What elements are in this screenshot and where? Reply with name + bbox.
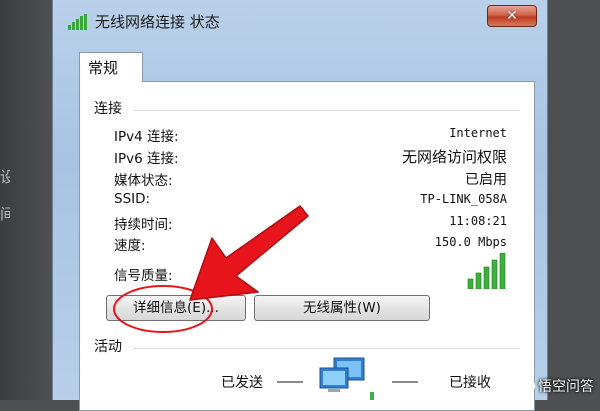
received-dash <box>392 381 418 383</box>
connection-section-label: 连接 <box>94 101 122 117</box>
window-title: 无线网络连接 状态 <box>95 13 220 31</box>
duration-value: 11:08:21 <box>449 214 507 228</box>
status-dialog: 无线网络连接 状态 ✕ 常规 连接 IPv4 连接: Internet IPv6… <box>52 0 548 411</box>
ipv6-label: IPv6 连接: <box>114 151 179 167</box>
signal-quality-label: 信号质量: <box>114 268 173 284</box>
activity-section-label: 活动 <box>94 339 122 355</box>
section-divider <box>134 348 520 349</box>
sent-label: 已发送 <box>221 375 263 391</box>
wireless-properties-button[interactable]: 无线属性(W) <box>254 295 430 321</box>
watermark-logo-icon <box>521 379 535 393</box>
received-label: 已接收 <box>449 375 491 391</box>
wifi-signal-icon <box>68 14 87 30</box>
tab-label: 常规 <box>88 59 119 77</box>
details-button[interactable]: 详细信息(E)... <box>106 295 246 321</box>
wireless-properties-label: 无线属性(W) <box>303 300 381 316</box>
ssid-label: SSID: <box>114 191 151 207</box>
ipv4-value: Internet <box>449 126 507 140</box>
general-panel: 连接 IPv4 连接: Internet IPv6 连接: 无网络访问权限 媒体… <box>79 81 535 411</box>
media-state-value: 已启用 <box>465 172 507 188</box>
ssid-value: TP-LINK_058A <box>420 192 507 206</box>
watermark: 悟空问答 <box>521 376 594 396</box>
tab-general[interactable]: 常规 <box>79 52 143 82</box>
media-state-label: 媒体状态: <box>114 173 173 189</box>
duration-label: 持续时间: <box>114 217 173 233</box>
section-divider <box>134 110 520 111</box>
ipv6-value: 无网络访问权限 <box>401 148 507 166</box>
speed-label: 速度: <box>114 238 146 254</box>
backdrop-glyph: 间 <box>0 205 10 223</box>
title-bar[interactable]: 无线网络连接 状态 ✕ <box>53 0 547 42</box>
ipv4-label: IPv4 连接: <box>114 129 179 145</box>
speed-value: 150.0 Mbps <box>434 235 507 249</box>
network-computers-icon <box>319 357 374 400</box>
close-button[interactable]: ✕ <box>487 5 537 27</box>
backdrop-glyph: 设 <box>0 168 10 186</box>
sent-dash <box>277 381 303 383</box>
watermark-text: 悟空问答 <box>538 379 594 395</box>
close-icon: ✕ <box>506 8 518 24</box>
signal-strength-icon <box>467 253 506 289</box>
details-button-label: 详细信息(E)... <box>133 300 219 316</box>
